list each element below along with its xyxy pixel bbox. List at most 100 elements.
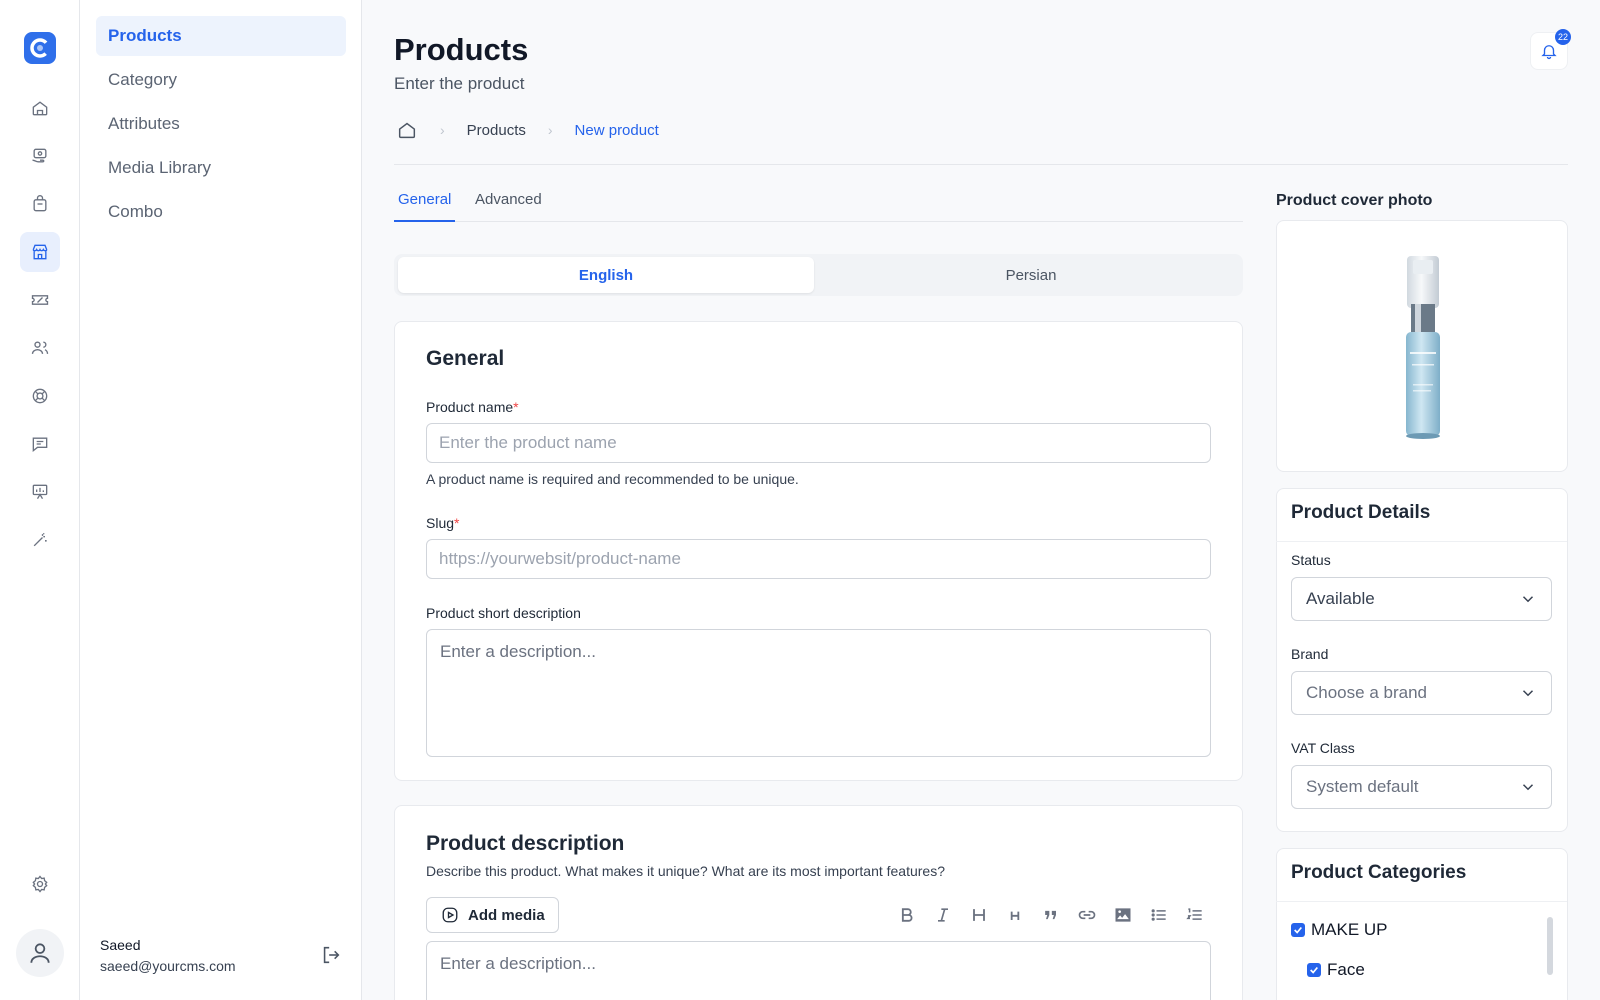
subnav-item-media-library[interactable]: Media Library: [96, 148, 346, 188]
page-title: Products: [394, 32, 529, 67]
brand-label: Brand: [1291, 646, 1329, 662]
product-name-help: A product name is required and recommend…: [426, 471, 799, 487]
quote-icon: [1045, 910, 1056, 920]
shopping-bag-icon: [33, 195, 47, 212]
details-divider: [1276, 541, 1567, 542]
subnav-item-products[interactable]: Products: [96, 16, 346, 56]
slug-label: Slug*: [426, 515, 460, 531]
notifications-button[interactable]: 22: [1530, 29, 1571, 70]
subnav-item-attributes[interactable]: Attributes: [96, 104, 346, 144]
money-icon: [32, 148, 47, 163]
description-subtitle: Describe this product. What makes it uni…: [426, 863, 946, 879]
heading2-button[interactable]: [1002, 902, 1028, 928]
product-name-input[interactable]: Enter the product name: [426, 423, 1211, 463]
secondary-nav: Products Category Attributes Media Libra…: [80, 0, 362, 1000]
general-card-title: General: [426, 347, 505, 370]
breadcrumb-products[interactable]: Products: [467, 122, 526, 139]
language-english[interactable]: English: [398, 257, 814, 293]
rail-reports[interactable]: [20, 472, 60, 512]
user-icon: [30, 943, 50, 963]
rail-settings[interactable]: [20, 864, 60, 904]
user-avatar[interactable]: [16, 929, 64, 977]
brand-select[interactable]: Choose a brand: [1291, 671, 1552, 715]
tab-general[interactable]: General: [394, 186, 455, 222]
breadcrumb-home-icon[interactable]: [396, 119, 418, 141]
product-name-label: Product name*: [426, 399, 519, 415]
quote-button[interactable]: [1038, 902, 1064, 928]
app-logo[interactable]: [24, 32, 56, 64]
play-circle-icon: [442, 907, 458, 923]
chevron-down-icon: [1522, 596, 1534, 603]
product-details-title: Product Details: [1291, 502, 1431, 523]
tab-advanced[interactable]: Advanced: [475, 186, 542, 222]
store-icon: [32, 244, 48, 260]
chat-icon: [32, 437, 48, 453]
chevron-down-icon: [1522, 690, 1534, 697]
subnav-item-combo[interactable]: Combo: [96, 192, 346, 232]
heading2-icon: [1010, 911, 1020, 920]
gear-icon: [32, 875, 48, 893]
vat-class-select[interactable]: System default: [1291, 765, 1552, 809]
bold-icon: [901, 908, 913, 922]
users-icon: [31, 341, 49, 354]
header-divider: [394, 164, 1568, 165]
support-icon: [32, 388, 48, 404]
rail-store[interactable]: [20, 232, 60, 272]
bold-button[interactable]: [894, 902, 920, 928]
description-editor[interactable]: Enter a description...: [426, 941, 1211, 1000]
presentation-icon: [32, 484, 48, 500]
logo-icon: [30, 38, 50, 58]
product-bottle-image: [1406, 256, 1440, 439]
cover-photo-label: Product cover photo: [1276, 192, 1433, 209]
add-media-button[interactable]: Add media: [426, 897, 559, 933]
bullet-list-button[interactable]: [1146, 902, 1172, 928]
rail-tools[interactable]: [20, 520, 60, 560]
numbered-list-button[interactable]: [1182, 902, 1208, 928]
categories-divider: [1276, 901, 1567, 902]
heading1-button[interactable]: [966, 902, 992, 928]
tab-bar: General Advanced: [394, 186, 1243, 222]
user-email: saeed@yourcms.com: [100, 958, 236, 974]
notification-count-badge: 22: [1555, 29, 1571, 45]
rail-home[interactable]: [20, 88, 60, 128]
page-subtitle: Enter the product: [394, 74, 525, 93]
vat-class-label: VAT Class: [1291, 740, 1355, 756]
italic-button[interactable]: [930, 902, 956, 928]
heading1-icon: [973, 909, 985, 921]
checkbox-checked[interactable]: [1307, 963, 1321, 977]
italic-icon: [938, 908, 948, 922]
rail-finance[interactable]: [20, 136, 60, 176]
checkbox-checked[interactable]: [1291, 923, 1305, 937]
status-select[interactable]: Available: [1291, 577, 1552, 621]
logout-button[interactable]: [320, 944, 342, 966]
rail-users[interactable]: [20, 328, 60, 368]
check-icon: [1310, 966, 1318, 974]
categories-scrollbar[interactable]: [1547, 917, 1553, 975]
status-label: Status: [1291, 552, 1331, 568]
language-persian[interactable]: Persian: [823, 257, 1239, 293]
short-description-input[interactable]: Enter a description...: [426, 629, 1211, 757]
link-button[interactable]: [1074, 902, 1100, 928]
language-switch: English Persian: [394, 254, 1243, 296]
rail-messages[interactable]: [20, 424, 60, 464]
magic-wand-icon: [33, 532, 47, 547]
logout-icon: [323, 946, 340, 964]
rail-orders[interactable]: [20, 184, 60, 224]
subnav-item-category[interactable]: Category: [96, 60, 346, 100]
rail-support[interactable]: [20, 376, 60, 416]
cover-photo-card[interactable]: [1276, 220, 1568, 472]
slug-input[interactable]: https://yourwebsit/product-name: [426, 539, 1211, 579]
chevron-right-icon: ›: [547, 122, 553, 138]
check-icon: [1294, 926, 1302, 934]
category-face[interactable]: Face: [1307, 960, 1365, 980]
home-icon: [32, 101, 48, 116]
chevron-right-icon: ›: [440, 122, 445, 138]
chevron-down-icon: [1522, 784, 1534, 791]
image-button[interactable]: [1110, 902, 1136, 928]
rail-coupons[interactable]: [20, 280, 60, 320]
user-name: Saeed: [100, 937, 141, 953]
numbered-list-icon: [1186, 908, 1202, 920]
breadcrumb: › Products › New product: [396, 118, 659, 142]
ticket-icon: [31, 295, 49, 305]
category-make-up[interactable]: MAKE UP: [1291, 920, 1388, 940]
